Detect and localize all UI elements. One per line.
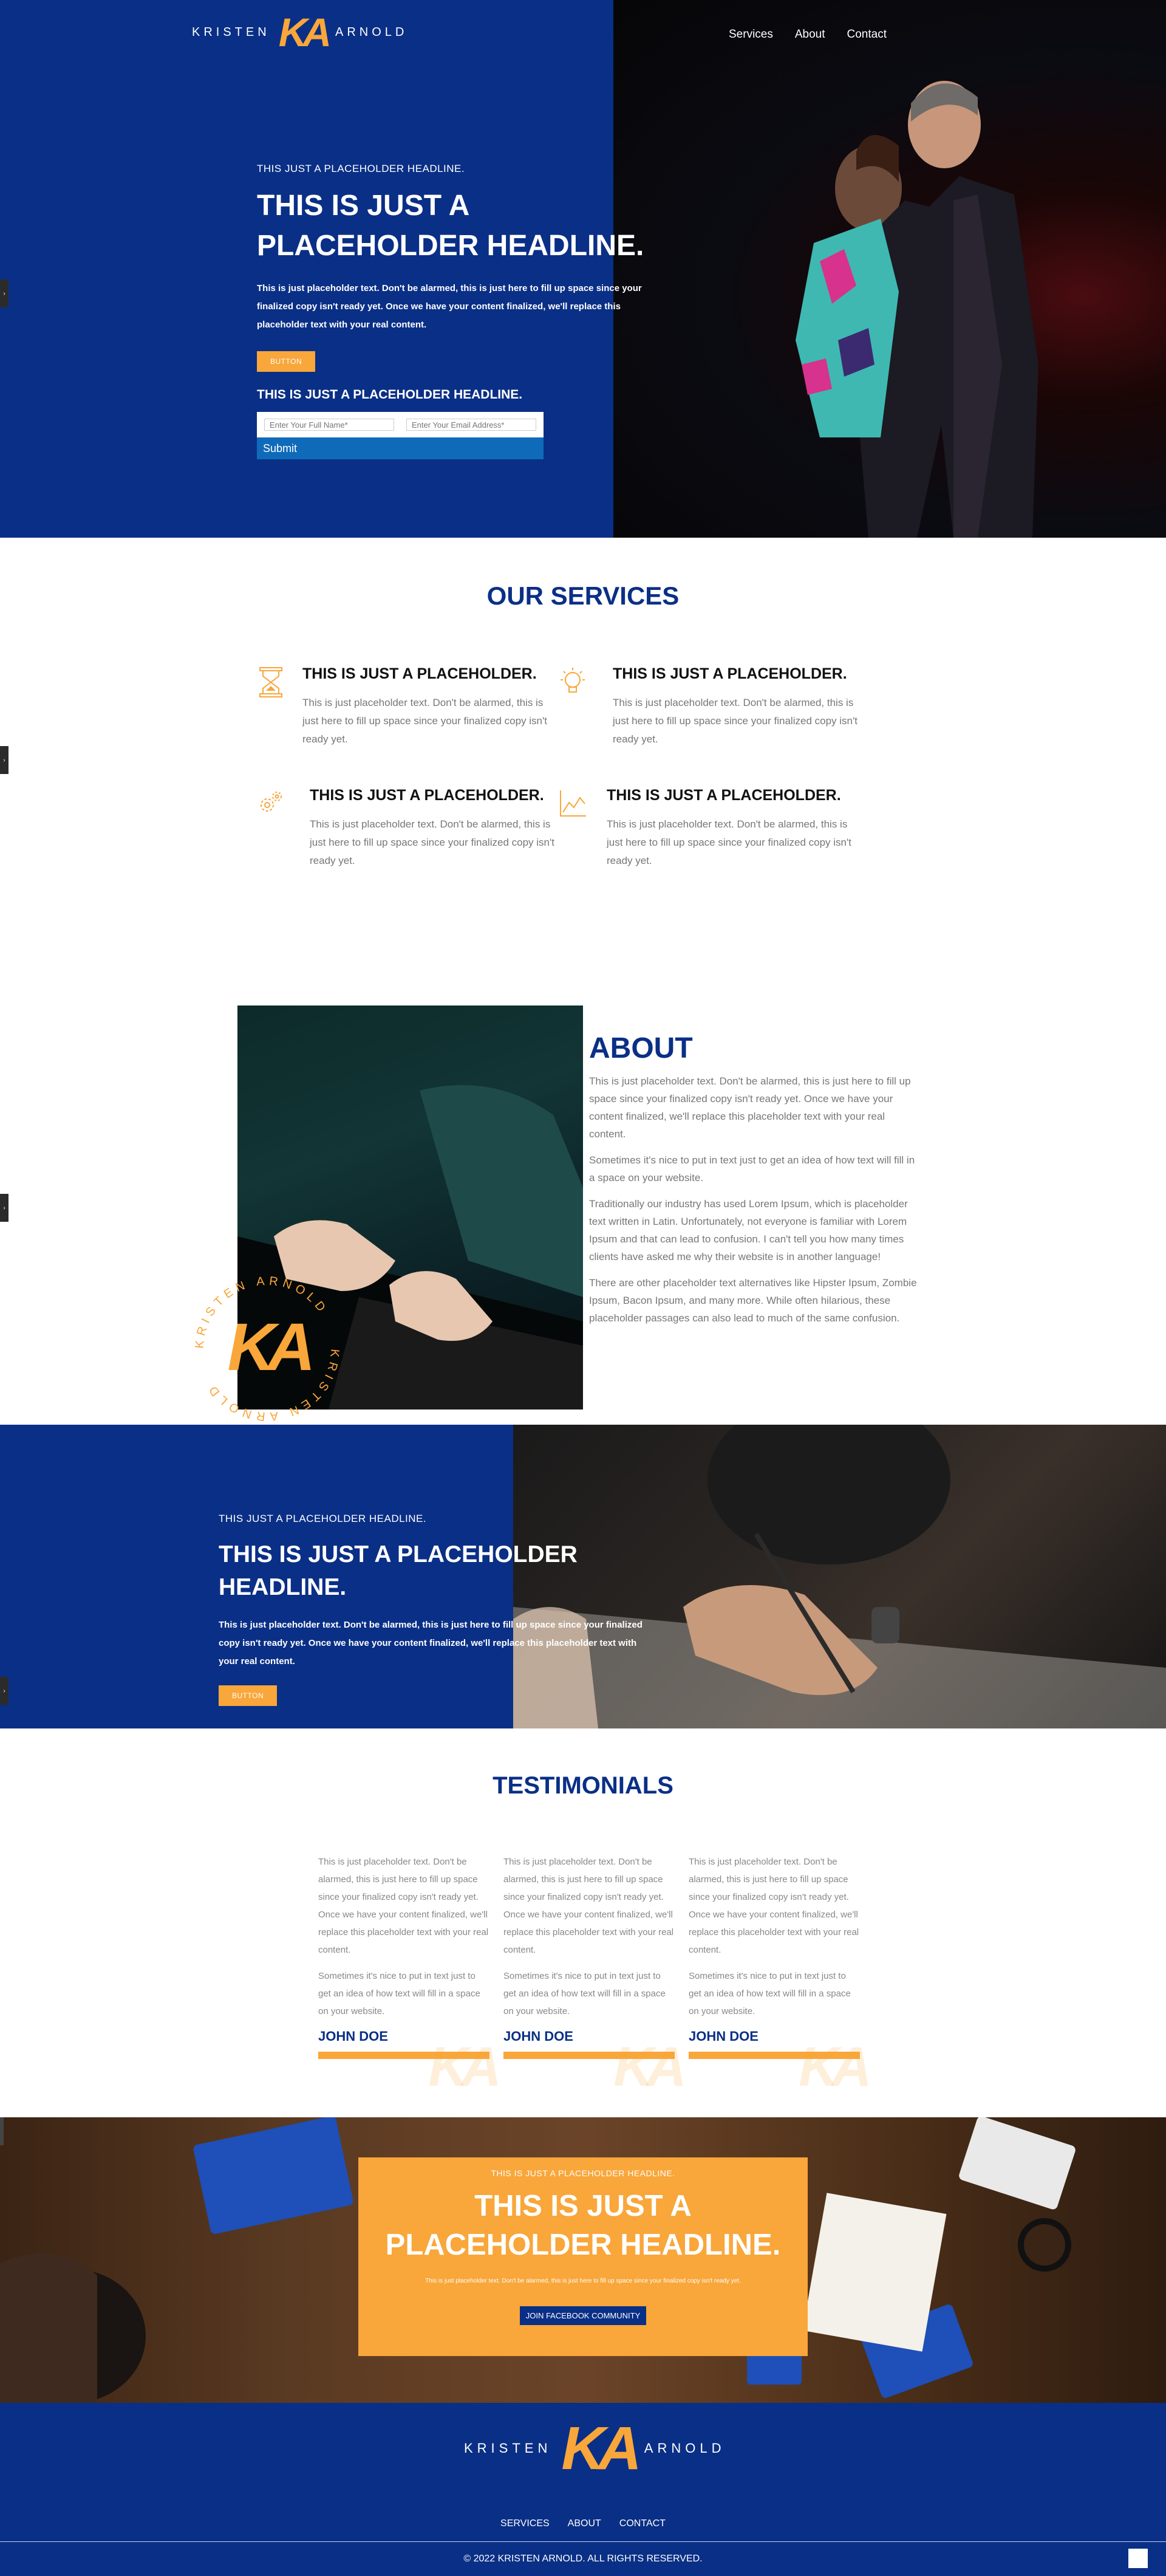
testimonial-card: This is just placeholder text. Don't be … — [689, 1853, 872, 2098]
monogram-watermark: KA — [613, 2036, 687, 2098]
service-body: This is just placeholder text. Don't be … — [613, 697, 857, 745]
service-body: This is just placeholder text. Don't be … — [310, 818, 554, 866]
about-paragraph: Traditionally our industry has used Lore… — [589, 1198, 908, 1262]
gears-icon — [261, 792, 282, 812]
facebook-community-button[interactable]: JOIN FACEBOOK COMMUNITY — [519, 2306, 647, 2325]
about-text: This is just placeholder text. Don't be … — [589, 1072, 923, 1335]
scroll-to-top-button[interactable] — [1128, 2549, 1148, 2568]
band-content: THIS JUST A PLACEHOLDER HEADLINE. THIS I… — [219, 1513, 644, 1706]
couple-photo-illustration — [796, 81, 1038, 538]
brand-seal: KRISTEN ARNOLD KRISTEN ARNOLD KA — [193, 1275, 338, 1423]
cta-section: THIS IS JUST A PLACEHOLDER HEADLINE. THI… — [0, 2117, 1166, 2403]
monogram-watermark: KA — [799, 2036, 872, 2098]
testimonials-title: TESTIMONIALS — [493, 1772, 673, 1799]
testimonial-text: This is just placeholder text. Don't be … — [503, 1857, 674, 1955]
testimonial-text: Sometimes it's nice to put in text just … — [689, 1971, 851, 2016]
hero-button[interactable]: BUTTON — [257, 351, 316, 372]
form-fields-row — [257, 412, 544, 437]
about-paragraph: Sometimes it's nice to put in text just … — [589, 1154, 915, 1184]
hourglass-icon — [259, 667, 282, 697]
hero-headline: THIS IS JUST A PLACEHOLDER HEADLINE. — [257, 190, 644, 262]
side-tab-toggle[interactable]: › — [0, 279, 9, 307]
cta-headline: THIS IS JUST A PLACEHOLDER HEADLINE. — [385, 2190, 781, 2261]
signup-form: Submit — [257, 412, 544, 459]
footer-nav-services[interactable]: SERVICES — [500, 2518, 550, 2529]
band-headline: THIS IS JUST A PLACEHOLDER HEADLINE. — [219, 1541, 578, 1600]
copyright: © 2022 KRISTEN ARNOLD. ALL RIGHTS RESERV… — [463, 2554, 703, 2564]
service-title: THIS IS JUST A PLACEHOLDER. — [607, 787, 841, 804]
services-title: OUR SERVICES — [486, 581, 680, 610]
logo-first-name: KRISTEN — [192, 25, 270, 39]
service-item: THIS IS JUST A PLACEHOLDER. This is just… — [254, 787, 557, 870]
form-heading: THIS IS JUST A PLACEHOLDER HEADLINE. — [257, 388, 523, 402]
service-title: THIS IS JUST A PLACEHOLDER. — [310, 787, 544, 804]
about-section: ABOUT This is just placeholder text. Don… — [0, 939, 1166, 1425]
about-paragraph: There are other placeholder text alterna… — [589, 1277, 917, 1324]
band-button[interactable]: BUTTON — [219, 1685, 278, 1706]
footer-nav-about[interactable]: ABOUT — [568, 2518, 601, 2529]
side-tab-toggle[interactable]: › — [0, 1677, 9, 1705]
services-section: OUR SERVICES THIS IS JUST A PLACEHOLDER.… — [0, 538, 1166, 939]
monogram-watermark: KA — [428, 2036, 502, 2098]
service-item: THIS IS JUST A PLACEHOLDER. This is just… — [254, 665, 557, 748]
site-logo[interactable]: KRISTEN KA ARNOLD — [192, 12, 407, 52]
main-nav: Services About Contact — [729, 28, 887, 41]
logo-monogram: KA — [278, 10, 332, 55]
feature-band: THIS JUST A PLACEHOLDER HEADLINE. THIS I… — [0, 1425, 1166, 1728]
testimonial-text: This is just placeholder text. Don't be … — [689, 1857, 859, 1955]
nav-services[interactable]: Services — [729, 28, 773, 41]
email-input[interactable] — [406, 419, 536, 431]
about-title: ABOUT — [589, 1032, 693, 1064]
footer-logo[interactable]: KRISTEN KA ARNOLD — [464, 2418, 725, 2479]
logo-first-name: KRISTEN — [464, 2441, 552, 2456]
side-tab-toggle[interactable]: › — [0, 746, 9, 774]
full-name-input[interactable] — [264, 419, 394, 431]
hero-eyebrow: THIS JUST A PLACEHOLDER HEADLINE. — [257, 163, 465, 174]
cta-body: This is just placeholder text. Don't be … — [425, 2278, 741, 2284]
cta-box: THIS IS JUST A PLACEHOLDER HEADLINE. THI… — [358, 2157, 808, 2356]
lightbulb-icon — [561, 668, 585, 693]
service-item: THIS IS JUST A PLACEHOLDER. This is just… — [556, 787, 859, 870]
hero-content: THIS JUST A PLACEHOLDER HEADLINE. THIS I… — [257, 163, 670, 459]
submit-button[interactable]: Submit — [257, 437, 544, 459]
footer-divider — [0, 2541, 1166, 2542]
cta-eyebrow: THIS IS JUST A PLACEHOLDER HEADLINE. — [491, 2168, 675, 2178]
about-paragraph: This is just placeholder text. Don't be … — [589, 1075, 911, 1140]
band-body: This is just placeholder text. Don't be … — [219, 1620, 643, 1667]
footer-nav: SERVICES ABOUT CONTACT — [0, 2518, 1166, 2529]
band-eyebrow: THIS JUST A PLACEHOLDER HEADLINE. — [219, 1513, 427, 1524]
seal-monogram: KA — [228, 1310, 311, 1385]
nav-about[interactable]: About — [795, 28, 825, 41]
service-body: This is just placeholder text. Don't be … — [607, 818, 851, 866]
service-title: THIS IS JUST A PLACEHOLDER. — [302, 665, 537, 682]
testimonial-text: Sometimes it's nice to put in text just … — [503, 1971, 666, 2016]
hero-photo — [613, 0, 1166, 538]
footer-nav-contact[interactable]: CONTACT — [619, 2518, 666, 2529]
logo-last-name: ARNOLD — [335, 25, 408, 39]
service-item: THIS IS JUST A PLACEHOLDER. This is just… — [556, 665, 859, 748]
chart-icon — [560, 790, 586, 817]
site-footer: KRISTEN KA ARNOLD SERVICES ABOUT CONTACT… — [0, 2403, 1166, 2576]
testimonials-section: TESTIMONIALS This is just placeholder te… — [0, 1728, 1166, 2117]
hero-body: This is just placeholder text. Don't be … — [257, 283, 642, 330]
side-tab-toggle[interactable] — [0, 2117, 4, 2145]
side-tab-toggle[interactable]: › — [0, 1194, 9, 1222]
testimonial-card: This is just placeholder text. Don't be … — [503, 1853, 687, 2098]
service-title: THIS IS JUST A PLACEHOLDER. — [613, 665, 847, 682]
logo-monogram: KA — [561, 2414, 641, 2482]
logo-last-name: ARNOLD — [644, 2441, 726, 2456]
testimonial-text: This is just placeholder text. Don't be … — [318, 1857, 489, 1955]
testimonial-text: Sometimes it's nice to put in text just … — [318, 1971, 480, 2016]
nav-contact[interactable]: Contact — [847, 28, 887, 41]
hero-section: KRISTEN KA ARNOLD Services About Contact… — [0, 0, 1166, 538]
service-body: This is just placeholder text. Don't be … — [302, 697, 547, 745]
testimonial-card: This is just placeholder text. Don't be … — [318, 1853, 502, 2098]
